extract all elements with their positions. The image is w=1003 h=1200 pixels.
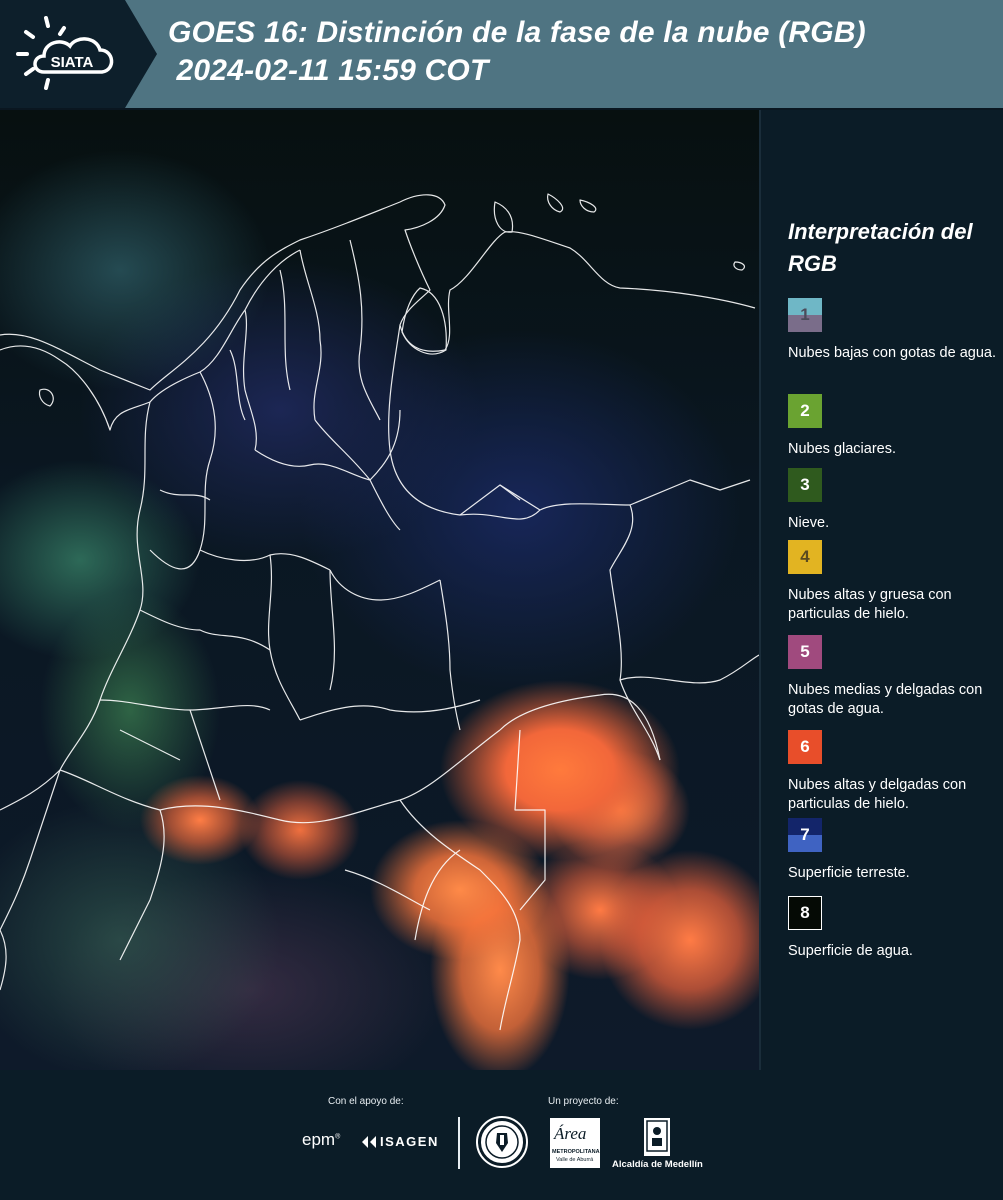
map-borders	[0, 193, 759, 1031]
legend-label-1: Nubes bajas con gotas de agua.	[788, 345, 996, 361]
project-label: Un proyecto de:	[548, 1096, 619, 1107]
legend-swatch-5: 5	[788, 635, 822, 669]
alcaldia-shield-icon	[644, 1118, 670, 1156]
legend-label-4: Nubes altas y gruesa con particulas de h…	[788, 587, 952, 622]
area-sub2: Valle de Aburrá	[556, 1157, 594, 1163]
isagen-text: ISAGEN	[380, 1134, 439, 1149]
legend-swatch-8: 8	[788, 896, 822, 930]
epm-logo: epm®	[302, 1130, 341, 1149]
legend-swatch-3: 3	[788, 468, 822, 502]
support-label: Con el apoyo de:	[328, 1096, 404, 1107]
legend-title: Interpretación del RGB	[788, 219, 973, 276]
area-sub1: METROPOLITANA	[552, 1149, 600, 1155]
legend-panel: Interpretación del RGB	[788, 216, 988, 280]
legend-label-3: Nieve.	[788, 515, 830, 531]
logo-arrow-decoration	[125, 0, 157, 108]
isagen-mark-icon	[362, 1136, 376, 1148]
alcaldia-text: Alcaldía de Medellín	[612, 1159, 703, 1170]
logo-text: SIATA	[51, 54, 94, 71]
header-bar: SIATA GOES 16: Distinción de la fase de …	[0, 0, 1003, 108]
footer-divider	[458, 1117, 460, 1169]
legend-swatch-6: 6	[788, 730, 822, 764]
seal-icon	[485, 1125, 519, 1159]
legend-swatch-7: 7	[788, 818, 822, 852]
sun-rays-icon	[16, 16, 66, 90]
legend-label-8: Superficie de agua.	[788, 943, 913, 959]
university-seal	[476, 1116, 528, 1168]
map-divider	[759, 110, 761, 1070]
legend-label-5: Nubes medias y delgadas con gotas de agu…	[788, 682, 983, 717]
legend-label-2: Nubes glaciares.	[788, 441, 896, 457]
epm-text: epm	[302, 1130, 336, 1149]
logo-panel: SIATA	[0, 0, 125, 108]
coat-of-arms-icon	[646, 1120, 668, 1152]
area-metropolitana-logo: Área METROPOLITANA Valle de Aburrá	[550, 1118, 600, 1168]
area-name: Área	[554, 1124, 587, 1143]
legend-swatch-1: 1	[788, 298, 822, 332]
satellite-image	[0, 110, 759, 1070]
legend-label-7: Superficie terreste.	[788, 865, 910, 881]
siata-logo: SIATA	[16, 16, 114, 90]
legend-label-6: Nubes altas y delgadas con particulas de…	[788, 777, 967, 812]
page-title: GOES 16: Distinción de la fase de la nub…	[168, 16, 866, 87]
legend-swatch-2: 2	[788, 394, 822, 428]
legend-swatch-4: 4	[788, 540, 822, 574]
